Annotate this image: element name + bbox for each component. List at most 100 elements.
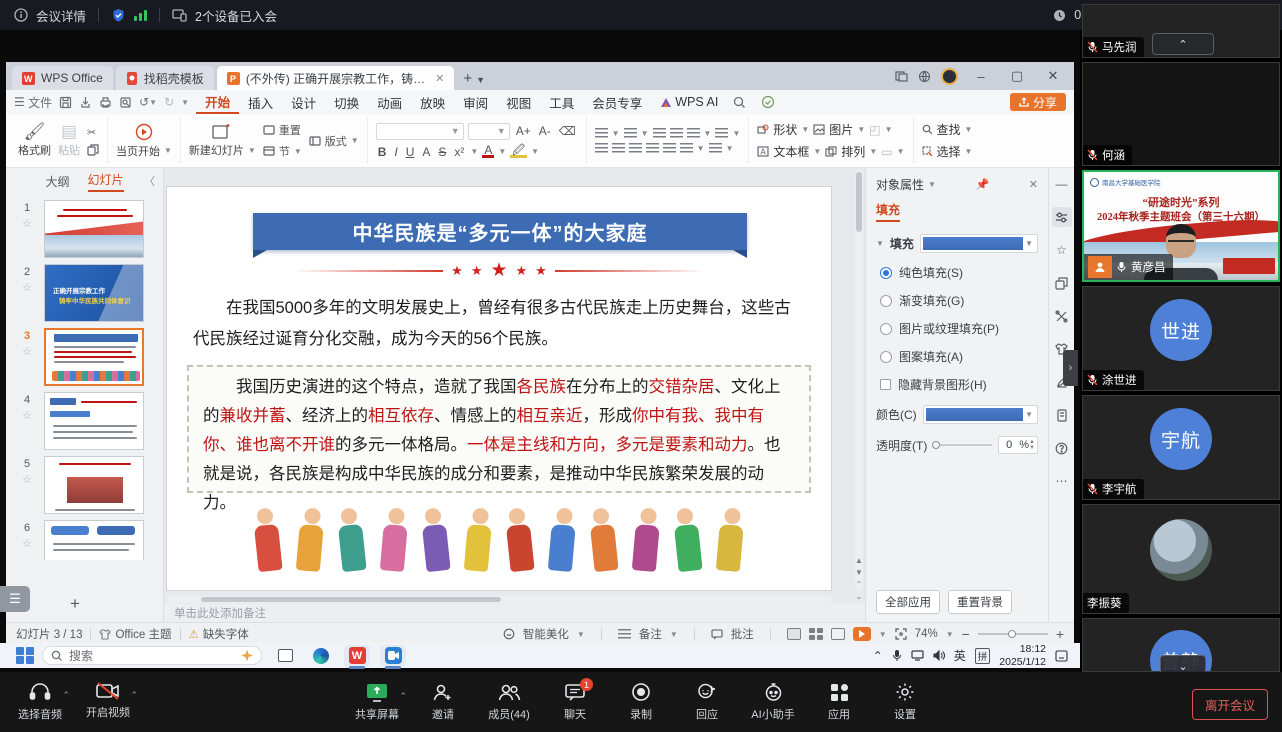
network-signal-icon[interactable] bbox=[134, 9, 147, 21]
tools-icon[interactable] bbox=[1052, 306, 1072, 326]
transparency-value[interactable]: 0 % ▲▼ bbox=[998, 436, 1038, 454]
more-icon[interactable]: ⋯ bbox=[1052, 471, 1072, 491]
members-button[interactable]: 成员(44) bbox=[483, 683, 535, 722]
new-tab-icon[interactable]: + bbox=[463, 70, 472, 87]
tab-view[interactable]: 视图 bbox=[497, 90, 540, 114]
gradient-fill-option[interactable]: 渐变填充(G) bbox=[880, 292, 1038, 309]
save-icon[interactable] bbox=[59, 96, 72, 109]
participant-tile-speaker[interactable]: 南昌大学基础医学院 “研途时光”系列 2024年秋季主题班会（第三十六期） 黄彦… bbox=[1082, 170, 1280, 282]
texture-fill-option[interactable]: 图片或纹理填充(P) bbox=[880, 320, 1038, 337]
redo-icon[interactable]: ↻ bbox=[164, 95, 174, 109]
section-button[interactable]: 节▼ bbox=[263, 143, 302, 159]
arrange-button[interactable]: 排列▼ bbox=[825, 143, 877, 160]
beautify-icon[interactable] bbox=[503, 628, 515, 640]
slide-thumbnail-2[interactable]: 2☆ 正确开展宗教工作 铸牢中华民族共同体意识 bbox=[16, 264, 157, 322]
participant-tile-lizhenkui[interactable]: 李振葵 bbox=[1082, 504, 1280, 614]
slide-thumbnail-4[interactable]: 4☆ bbox=[16, 392, 157, 450]
highlight-color-button[interactable]: 🖉 bbox=[510, 145, 527, 159]
tab-wps-ai[interactable]: WPS AI bbox=[651, 90, 727, 114]
align-right-icon[interactable] bbox=[629, 143, 642, 153]
reset-background-button[interactable]: 重置背景 bbox=[948, 590, 1012, 614]
star-icon[interactable]: ☆ bbox=[22, 537, 32, 550]
reading-view-icon[interactable] bbox=[831, 628, 845, 640]
tab-docer-templates[interactable]: 找稻壳模板 bbox=[116, 66, 214, 90]
checkbox-icon[interactable] bbox=[880, 379, 891, 390]
picture-button[interactable]: 图片▼ bbox=[813, 121, 865, 138]
zoom-level[interactable]: 74% bbox=[915, 628, 938, 640]
sorter-view-icon[interactable] bbox=[809, 628, 823, 640]
section-chevron-icon[interactable]: ▼ bbox=[876, 239, 884, 248]
volume-tray-icon[interactable] bbox=[933, 650, 945, 661]
scroll-up-participants-button[interactable]: ⌃ bbox=[1152, 33, 1214, 55]
decrease-font-icon[interactable]: A- bbox=[537, 124, 553, 138]
star-icon[interactable]: ☆ bbox=[22, 345, 32, 358]
format-painter-button[interactable]: 🖌格式刷 bbox=[18, 123, 51, 158]
tab-slideshow[interactable]: 放映 bbox=[411, 90, 454, 114]
close-panel-icon[interactable]: ✕ bbox=[1029, 178, 1038, 191]
paragraph-settings-icon[interactable] bbox=[709, 143, 722, 153]
cut-icon[interactable]: ✂ bbox=[87, 126, 99, 139]
star-icon[interactable]: ☆ bbox=[22, 281, 32, 294]
tab-outline[interactable]: 大纲 bbox=[45, 173, 69, 190]
select-button[interactable]: 选择▼ bbox=[922, 143, 973, 160]
participant-tile-tushijin[interactable]: 世进 涂世进 bbox=[1082, 286, 1280, 391]
quickbar-chevron-icon[interactable]: ▼ bbox=[181, 98, 189, 107]
wps-taskbar-icon[interactable]: W bbox=[344, 645, 370, 667]
chevron-down-icon[interactable]: ▼ bbox=[928, 180, 936, 189]
fill-tab[interactable]: 填充 bbox=[876, 201, 900, 222]
reset-button[interactable]: 重置 bbox=[263, 122, 302, 138]
radio-icon[interactable] bbox=[880, 323, 892, 335]
fill-swatch-dropdown[interactable]: ▼ bbox=[920, 234, 1038, 253]
shapes-button[interactable]: 形状▼ bbox=[757, 121, 809, 138]
share-screen-button[interactable]: ⌃ 共享屏幕 bbox=[351, 683, 403, 722]
search-icon[interactable] bbox=[733, 96, 746, 109]
slideshow-play-button[interactable] bbox=[853, 627, 871, 641]
columns-icon[interactable] bbox=[680, 143, 693, 153]
hide-background-checkbox[interactable]: 隐藏背景图形(H) bbox=[880, 376, 1038, 393]
distribute-icon[interactable] bbox=[663, 143, 676, 153]
task-view-button[interactable] bbox=[272, 645, 298, 667]
slide-thumbnail-3-selected[interactable]: 3☆ bbox=[16, 328, 157, 386]
slide-thumbnail-1[interactable]: 1☆ bbox=[16, 200, 157, 258]
ai-assistant-button[interactable]: AI小助手 bbox=[747, 682, 799, 722]
sidebar-collapse-handle[interactable]: › bbox=[1063, 350, 1078, 386]
tab-document[interactable]: P (不外传) 正确开展宗教工作，铸… ✕ bbox=[217, 66, 455, 90]
zoom-in-button[interactable]: + bbox=[1056, 626, 1064, 642]
apps-button[interactable]: 应用 bbox=[813, 683, 865, 722]
layout-button[interactable]: 版式▼ bbox=[309, 133, 359, 149]
tab-wps-office[interactable]: W WPS Office bbox=[12, 66, 113, 90]
vertical-scrollbar[interactable] bbox=[855, 170, 863, 590]
notes-icon[interactable] bbox=[618, 629, 631, 639]
collapse-panel-icon[interactable]: 〈 bbox=[144, 173, 155, 189]
help-icon[interactable] bbox=[1052, 438, 1072, 458]
zoom-slider[interactable] bbox=[978, 633, 1048, 635]
solid-fill-option[interactable]: 纯色填充(S) bbox=[880, 264, 1038, 281]
slide-thumbnail-6[interactable]: 6☆ bbox=[16, 520, 157, 560]
tray-chevron-icon[interactable]: ⌃ bbox=[873, 649, 883, 663]
align-left-icon[interactable] bbox=[595, 143, 608, 153]
slide-thumbnail-5[interactable]: 5☆ bbox=[16, 456, 157, 514]
notes-bar[interactable]: 单击此处添加备注 bbox=[164, 604, 865, 622]
info-icon[interactable] bbox=[14, 8, 28, 22]
user-avatar[interactable] bbox=[941, 68, 958, 85]
tab-home[interactable]: 开始 bbox=[196, 90, 239, 114]
security-shield-icon[interactable] bbox=[111, 8, 126, 23]
pattern-fill-option[interactable]: 图案填充(A) bbox=[880, 348, 1038, 365]
collapse-strip-icon[interactable]: — bbox=[1052, 174, 1072, 194]
apply-all-button[interactable]: 全部应用 bbox=[876, 590, 940, 614]
hamburger-icon[interactable]: ☰ 文件 bbox=[14, 94, 52, 111]
mic-tray-icon[interactable] bbox=[892, 649, 902, 662]
ime-language[interactable]: 英 bbox=[954, 647, 966, 664]
comment-icon[interactable] bbox=[711, 629, 723, 640]
new-slide-button[interactable]: 新建幻灯片▼ bbox=[189, 123, 256, 158]
file-menu[interactable]: 文件 bbox=[28, 94, 52, 111]
bold-button[interactable]: B bbox=[376, 145, 389, 159]
print-preview-icon[interactable] bbox=[119, 96, 132, 109]
close-tab-icon[interactable]: ✕ bbox=[435, 72, 444, 85]
close-button[interactable]: ✕ bbox=[1040, 68, 1066, 84]
superscript-button[interactable]: x² bbox=[452, 145, 466, 159]
char-style-button[interactable]: A bbox=[420, 145, 432, 159]
find-button[interactable]: 查找▼ bbox=[922, 121, 973, 138]
radio-icon[interactable] bbox=[880, 267, 892, 279]
star-icon[interactable]: ☆ bbox=[22, 409, 32, 422]
